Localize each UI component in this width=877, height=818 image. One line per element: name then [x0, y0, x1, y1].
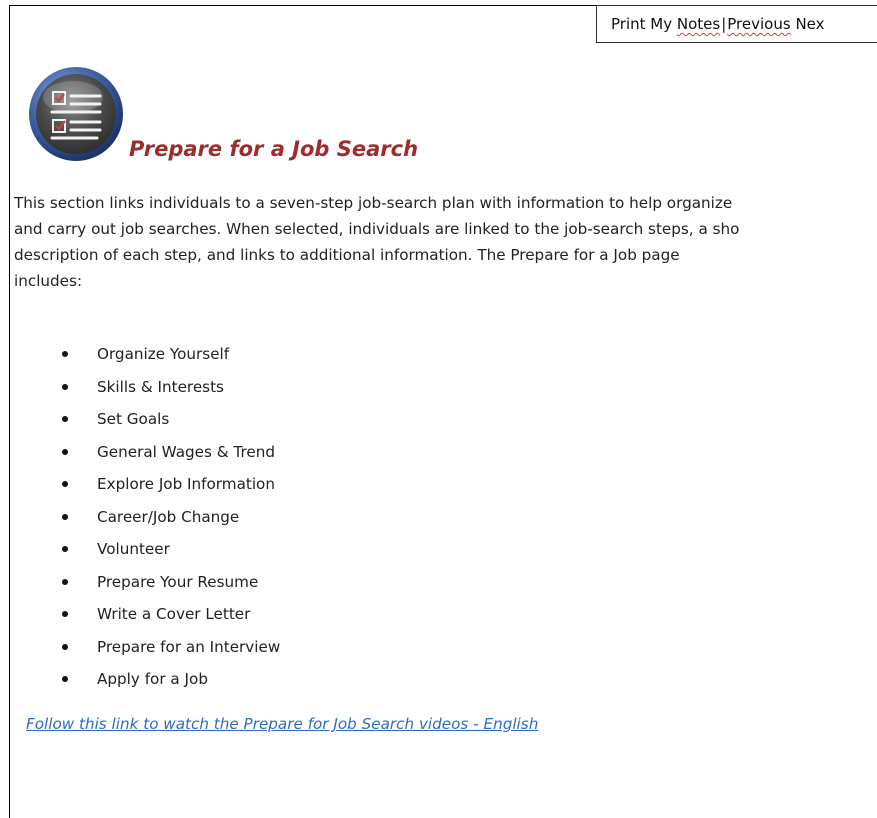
- list-item: Career/Job Change: [60, 502, 280, 535]
- list-item: General Wages & Trend: [60, 437, 280, 470]
- list-item: Apply for a Job: [60, 664, 280, 697]
- list-item: Prepare for an Interview: [60, 632, 280, 665]
- intro-line: includes:: [14, 272, 83, 290]
- nav-separator: |: [721, 15, 727, 33]
- list-item: Prepare Your Resume: [60, 567, 280, 600]
- job-search-steps-list: Organize Yourself Skills & Interests Set…: [60, 339, 280, 697]
- section-title: Prepare for a Job Search: [129, 137, 419, 161]
- section-intro: This section links individuals to a seve…: [14, 190, 877, 294]
- intro-line: This section links individuals to a seve…: [14, 194, 733, 212]
- video-link[interactable]: Follow this link to watch the Prepare fo…: [26, 715, 538, 733]
- notes-link[interactable]: Notes: [677, 6, 720, 42]
- previous-link[interactable]: Previous: [727, 6, 790, 42]
- top-navigation: Print My Notes|Previous Nex: [596, 5, 877, 43]
- intro-line: and carry out job searches. When selecte…: [14, 220, 740, 238]
- intro-line: description of each step, and links to a…: [14, 246, 680, 264]
- print-label[interactable]: Print My: [611, 6, 672, 42]
- next-link[interactable]: Nex: [795, 6, 824, 42]
- list-item: Skills & Interests: [60, 372, 280, 405]
- list-item: Set Goals: [60, 404, 280, 437]
- list-item: Organize Yourself: [60, 339, 280, 372]
- checklist-icon: [27, 65, 125, 163]
- list-item: Volunteer: [60, 534, 280, 567]
- list-item: Explore Job Information: [60, 469, 280, 502]
- list-item: Write a Cover Letter: [60, 599, 280, 632]
